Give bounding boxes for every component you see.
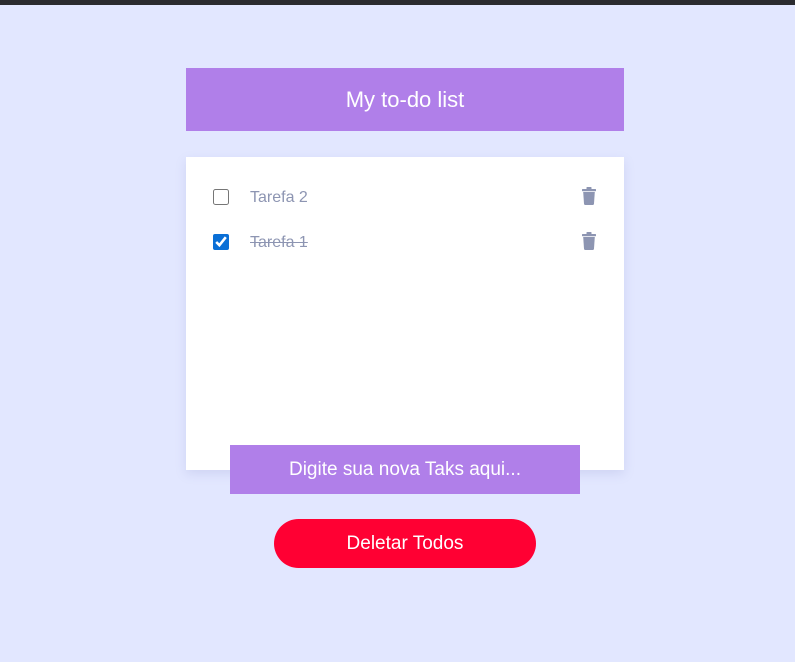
delete-all-button[interactable]: Deletar Todos: [274, 519, 536, 568]
todo-card: Tarefa 2 Tarefa 1: [186, 157, 624, 470]
todo-checkbox[interactable]: [213, 234, 229, 250]
browser-top-strip: [0, 0, 795, 5]
new-task-input[interactable]: [230, 445, 580, 494]
app-header: My to-do list: [186, 68, 624, 131]
todo-text: Tarefa 1: [250, 234, 308, 251]
page-title: My to-do list: [345, 86, 465, 112]
todo-checkbox[interactable]: [213, 189, 229, 205]
trash-icon[interactable]: [582, 232, 596, 250]
todo-item: Tarefa 2: [186, 183, 624, 213]
todo-text: Tarefa 2: [250, 189, 308, 206]
todo-item: Tarefa 1: [186, 228, 624, 258]
trash-icon[interactable]: [582, 187, 596, 205]
